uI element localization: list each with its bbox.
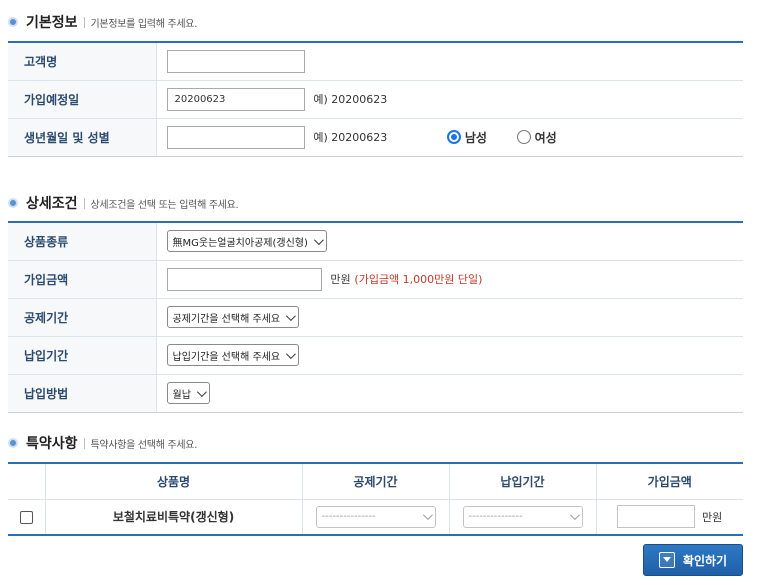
chevron-down-icon [313,234,324,245]
product-row: 상품종류 無MG웃는얼굴치아공제(갱신형) [8,222,743,261]
pay-method-label: 납입방법 [8,374,157,413]
section-bullet-icon [8,198,18,208]
gender-male-label: 남성 [464,130,487,145]
gender-female-label: 여성 [534,130,557,145]
rider-header-pay-period: 납입기간 [448,463,596,500]
basic-section-title: 기본정보 [26,15,78,31]
gender-female-radio[interactable]: 여성 [516,129,557,146]
rider-amount-input[interactable] [617,505,696,529]
product-select[interactable]: 無MG웃는얼굴치아공제(갱신형) [166,230,327,253]
rider-period-select[interactable]: --------------- [315,505,436,528]
name-input[interactable] [166,49,305,73]
chevron-down-icon [569,510,580,521]
birth-hint: 예) 20200623 [313,131,388,144]
pay-method-select[interactable]: 월납 [166,382,210,404]
chevron-down-icon [286,310,296,321]
amount-input[interactable] [166,267,322,291]
birth-row: 생년월일 및 성별 예) 20200623 남성 여성 [8,118,743,157]
detail-conditions-table: 상품종류 無MG웃는얼굴치아공제(갱신형) 가입금액 만원 (가입금액 1,00… [8,221,743,413]
confirm-icon [658,552,675,568]
amount-note: (가입금액 1,000만원 단일) [354,272,483,286]
amount-unit: 만원 [330,273,351,286]
rider-header-row: 상품명 공제기간 납입기간 가입금액 [8,463,743,500]
chevron-down-icon [196,386,207,397]
join-date-row: 가입예정일 20200623 예) 20200623 [8,80,743,119]
rider-header-period: 공제기간 [301,463,449,500]
join-date-input[interactable]: 20200623 [166,87,305,111]
rider-name: 보철치료비특약(갱신형) [44,499,302,536]
chevron-down-icon [286,348,296,359]
detail-section-desc: 상세조건을 선택 또는 입력해 주세요. [90,199,239,211]
rider-section-title: 특약사항 [26,436,78,452]
pay-period-row: 납입기간 납입기간을 선택해 주세요 [8,336,743,375]
period-selected-value: 공제기간을 선택해 주세요 [172,313,281,325]
rider-pay-period-select[interactable]: --------------- [462,505,583,528]
section-bullet-icon [8,17,18,27]
radio-checked-icon [446,130,461,144]
rider-section-header: 특약사항 특약사항을 선택해 주세요. [8,433,197,453]
basic-section-desc: 기본정보를 입력해 주세요. [90,18,198,30]
name-label: 고객명 [8,42,157,81]
rider-pay-period-value: --------------- [468,511,523,523]
period-row: 공제기간 공제기간을 선택해 주세요 [8,298,743,337]
period-select[interactable]: 공제기간을 선택해 주세요 [166,306,300,328]
radio-unchecked-icon [516,130,531,144]
product-selected-value: 無MG웃는얼굴치아공제(갱신형) [172,237,308,249]
product-label: 상품종류 [8,222,157,261]
section-bullet-icon [8,438,18,448]
pay-period-label: 납입기간 [8,336,157,375]
pay-period-selected-value: 납입기간을 선택해 주세요 [172,351,281,363]
join-date-hint: 예) 20200623 [313,93,388,106]
birth-label: 생년월일 및 성별 [8,118,157,157]
section-divider [83,197,85,209]
amount-label: 가입금액 [8,260,157,299]
rider-check-header [8,463,45,500]
rider-period-value: --------------- [321,511,376,523]
detail-section-header: 상세조건 상세조건을 선택 또는 입력해 주세요. [8,193,239,213]
basic-info-table: 고객명 가입예정일 20200623 예) 20200623 생년월일 및 성별… [8,41,743,157]
period-label: 공제기간 [8,298,157,337]
chevron-down-icon [422,510,433,521]
rider-header-amount: 가입금액 [595,463,743,500]
amount-row: 가입금액 만원 (가입금액 1,000만원 단일) [8,260,743,299]
rider-table: 상품명 공제기간 납입기간 가입금액 보철치료비특약(갱신형) --------… [8,462,743,536]
confirm-button-label: 확인하기 [682,553,728,568]
rider-section-desc: 특약사항을 선택해 주세요. [90,439,198,451]
name-row: 고객명 [8,42,743,81]
basic-section-header: 기본정보 기본정보를 입력해 주세요. [8,12,197,32]
section-divider [83,16,85,28]
table-row: 보철치료비특약(갱신형) --------------- -----------… [8,499,743,536]
birth-date-input[interactable] [166,125,305,149]
pay-period-select[interactable]: 납입기간을 선택해 주세요 [166,344,300,366]
gender-male-radio[interactable]: 남성 [446,129,487,146]
join-date-label: 가입예정일 [8,80,157,119]
detail-section-title: 상세조건 [26,196,78,212]
confirm-button[interactable]: 확인하기 [643,544,743,576]
rider-amount-unit: 만원 [702,510,723,524]
rider-header-name: 상품명 [44,463,302,500]
section-divider [83,437,85,449]
pay-method-selected-value: 월납 [172,389,191,401]
rider-checkbox[interactable] [19,510,33,524]
pay-method-row: 납입방법 월납 [8,374,743,413]
